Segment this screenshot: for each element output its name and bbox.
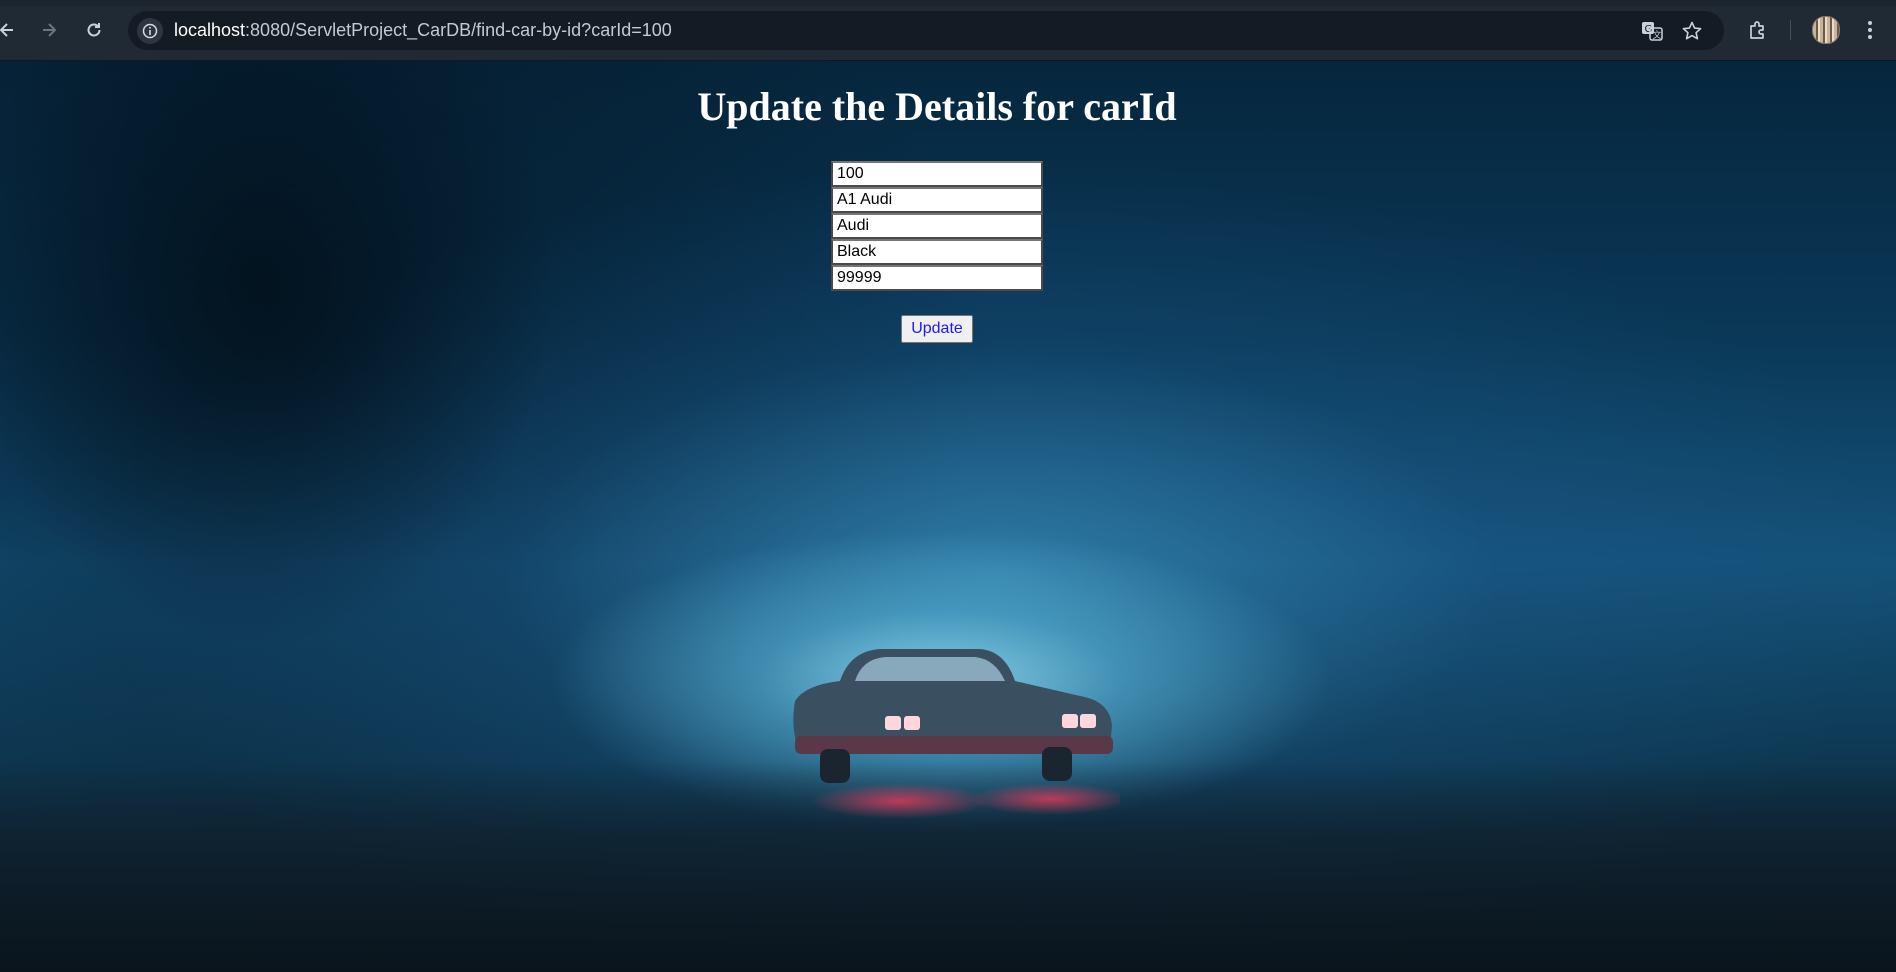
car-image xyxy=(793,649,1120,819)
avatar[interactable] xyxy=(1812,16,1840,44)
back-arrow-icon[interactable] xyxy=(0,15,22,45)
url-path: :8080/ServletProject_CarDB/find-car-by-i… xyxy=(245,20,672,40)
svg-text:文: 文 xyxy=(1653,29,1662,41)
color-field[interactable] xyxy=(831,239,1043,265)
page-content: Update the Details for carId Update xyxy=(0,61,1896,972)
update-form xyxy=(831,161,1043,291)
background-trees xyxy=(0,61,760,781)
brand-field[interactable] xyxy=(831,213,1043,239)
browser-toolbar: localhost:8080/ServletProject_CarDB/find… xyxy=(0,0,1896,61)
info-icon[interactable] xyxy=(137,18,163,44)
url-host: localhost xyxy=(174,20,246,40)
page-title: Update the Details for carId xyxy=(697,84,1177,129)
kebab-menu-icon[interactable] xyxy=(1856,16,1884,44)
model-field[interactable] xyxy=(831,187,1043,213)
url-text: localhost:8080/ServletProject_CarDB/find… xyxy=(174,20,672,41)
svg-text:G: G xyxy=(1645,24,1653,35)
star-icon[interactable] xyxy=(1680,19,1704,43)
translate-icon[interactable]: G文 xyxy=(1640,19,1664,43)
reload-icon[interactable] xyxy=(79,15,109,45)
address-bar[interactable]: localhost:8080/ServletProject_CarDB/find… xyxy=(128,11,1724,50)
forward-arrow-icon[interactable] xyxy=(34,15,64,45)
toolbar-separator xyxy=(1790,20,1791,40)
puzzle-icon[interactable] xyxy=(1744,16,1772,44)
car-id-field[interactable] xyxy=(831,161,1043,187)
price-field[interactable] xyxy=(831,265,1043,291)
update-button[interactable]: Update xyxy=(901,315,973,343)
